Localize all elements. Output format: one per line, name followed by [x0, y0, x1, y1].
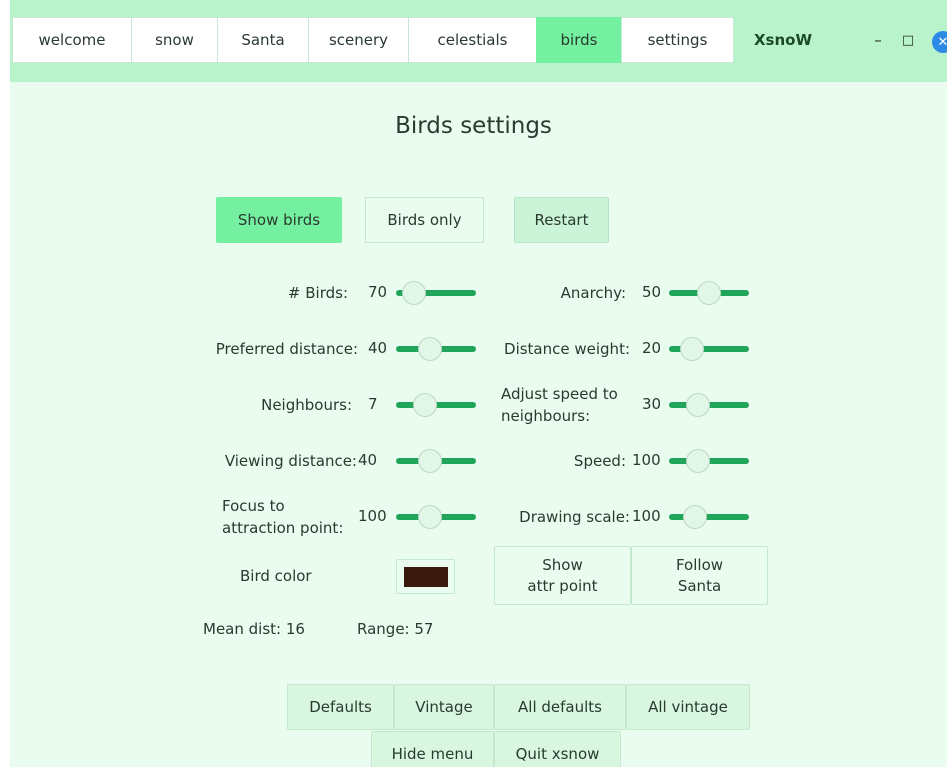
app-name: XsnoW — [753, 31, 813, 49]
defaults-button[interactable]: Defaults — [287, 684, 394, 730]
maximize-icon[interactable]: □ — [898, 30, 918, 50]
distance-weight-label: Distance weight: — [504, 340, 630, 358]
tab-snow[interactable]: snow — [131, 17, 218, 63]
preferred-distance-value: 40 — [368, 339, 388, 357]
tab-santa[interactable]: Santa — [217, 17, 309, 63]
neighbours-slider[interactable] — [396, 393, 476, 417]
slider-knob[interactable] — [412, 393, 437, 417]
slider-knob[interactable] — [401, 281, 426, 305]
slider-knob[interactable] — [683, 505, 707, 529]
adjust-speed-value: 30 — [642, 395, 662, 413]
slider-knob[interactable] — [685, 393, 710, 417]
vintage-button[interactable]: Vintage — [394, 684, 494, 730]
preferred-distance-label: Preferred distance: — [215, 340, 358, 358]
drawing-scale-value: 100 — [632, 507, 661, 525]
focus-value: 100 — [358, 507, 387, 525]
all-defaults-button[interactable]: All defaults — [494, 684, 626, 730]
viewing-distance-label: Viewing distance: — [224, 452, 357, 470]
bird-color-button[interactable] — [396, 559, 455, 594]
xsnow-window: welcome snow Santa scenery celestials bi… — [0, 0, 947, 767]
anarchy-value: 50 — [642, 283, 662, 301]
anarchy-label: Anarchy: — [560, 284, 626, 302]
tab-scenery[interactable]: scenery — [308, 17, 409, 63]
tab-birds[interactable]: birds — [536, 17, 622, 63]
distance-weight-slider[interactable] — [669, 337, 749, 361]
tab-welcome[interactable]: welcome — [12, 17, 132, 63]
hide-menu-button[interactable]: Hide menu — [371, 731, 494, 767]
show-attr-point-button[interactable]: Show attr point — [494, 546, 631, 605]
neighbours-value: 7 — [368, 395, 378, 413]
neighbours-label: Neighbours: — [261, 396, 352, 414]
follow-santa-line1: Follow — [675, 555, 724, 574]
adjust-speed-label-line1: Adjust speed to — [501, 385, 618, 403]
viewing-distance-value: 40 — [358, 451, 378, 469]
viewing-distance-slider[interactable] — [396, 449, 476, 473]
tab-settings[interactable]: settings — [621, 17, 734, 63]
bird-color-swatch — [403, 566, 448, 587]
bird-color-label: Bird color — [240, 567, 312, 585]
speed-value: 100 — [632, 451, 661, 469]
adjust-speed-label-line2: neighbours: — [501, 407, 591, 425]
minimize-icon[interactable]: – — [868, 30, 888, 50]
follow-santa-line2: Santa — [677, 576, 722, 595]
focus-slider[interactable] — [396, 505, 476, 529]
follow-santa-button[interactable]: Follow Santa — [631, 546, 768, 605]
birds-count-value: 70 — [368, 283, 388, 301]
show-attr-point-line2: attr point — [527, 576, 598, 595]
speed-slider[interactable] — [669, 449, 749, 473]
tab-celestials[interactable]: celestials — [408, 17, 537, 63]
slider-knob[interactable] — [418, 505, 443, 529]
tab-list: welcome snow Santa scenery celestials bi… — [12, 17, 832, 63]
focus-label-line2: attraction point: — [222, 519, 344, 537]
adjust-speed-slider[interactable] — [669, 393, 749, 417]
show-attr-point-line1: Show — [542, 555, 583, 574]
slider-knob[interactable] — [418, 449, 443, 473]
page-title: Birds settings — [395, 113, 552, 139]
birds-count-label: # Birds: — [287, 284, 348, 302]
restart-button[interactable]: Restart — [514, 197, 609, 243]
speed-label: Speed: — [573, 452, 626, 470]
quit-xsnow-button[interactable]: Quit xsnow — [494, 731, 621, 767]
anarchy-slider[interactable] — [669, 281, 749, 305]
all-vintage-button[interactable]: All vintage — [626, 684, 750, 730]
mean-dist-text: Mean dist: 16 — [203, 620, 305, 638]
slider-knob[interactable] — [418, 337, 443, 361]
slider-knob[interactable] — [685, 449, 710, 473]
show-birds-button[interactable]: Show birds — [216, 197, 342, 243]
drawing-scale-slider[interactable] — [669, 505, 749, 529]
distance-weight-value: 20 — [642, 339, 662, 357]
drawing-scale-label: Drawing scale: — [519, 508, 630, 526]
preferred-distance-slider[interactable] — [396, 337, 476, 361]
close-icon[interactable]: ✕ — [932, 31, 947, 53]
birds-only-button[interactable]: Birds only — [365, 197, 484, 243]
slider-knob[interactable] — [697, 281, 721, 305]
range-text: Range: 57 — [357, 620, 434, 638]
slider-knob[interactable] — [680, 337, 705, 361]
birds-count-slider[interactable] — [396, 281, 476, 305]
focus-label-line1: Focus to — [222, 497, 285, 515]
